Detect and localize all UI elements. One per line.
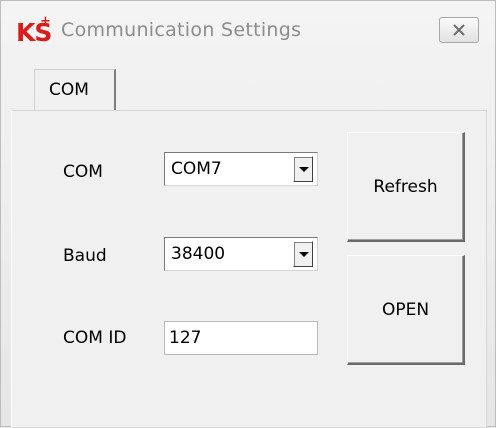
app-logo: KS +: [16, 14, 56, 48]
app-logo-plus: +: [40, 14, 51, 29]
baud-rate-select[interactable]: 38400: [164, 237, 318, 271]
window-title: Communication Settings: [61, 19, 302, 41]
com-port-value: COM7: [171, 159, 222, 179]
chevron-down-icon[interactable]: [293, 241, 313, 267]
close-icon: [452, 21, 466, 40]
tab-com[interactable]: COM: [34, 69, 116, 111]
com-id-label: COM ID: [63, 328, 127, 348]
com-id-input[interactable]: [169, 326, 309, 350]
open-button[interactable]: OPEN: [347, 255, 465, 365]
baud-label: Baud: [63, 246, 107, 266]
communication-settings-dialog: KS + Communication Settings COM COM COM7…: [0, 0, 496, 428]
baud-rate-value: 38400: [171, 244, 226, 264]
tab-com-label: COM: [49, 80, 89, 100]
com-label: COM: [63, 162, 103, 182]
refresh-button[interactable]: Refresh: [347, 132, 465, 242]
title-bar[interactable]: KS + Communication Settings: [1, 1, 495, 55]
com-port-select[interactable]: COM7: [164, 152, 318, 186]
close-button[interactable]: [439, 17, 479, 43]
chevron-down-icon[interactable]: [293, 156, 313, 182]
com-id-field[interactable]: [164, 321, 318, 355]
